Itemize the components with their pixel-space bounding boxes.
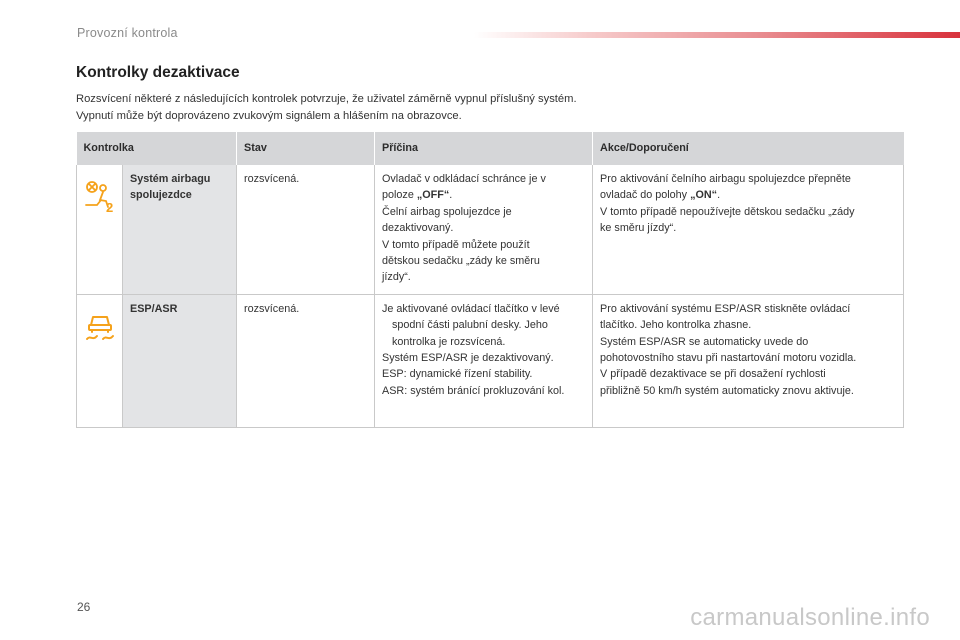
action-text: . [717,189,721,202]
row-state: rozsvícená. [236,294,375,428]
table-header-row: Kontrolka Stav Příčina Akce/Doporučení [76,132,904,165]
row-name: Systém airbagu spolujezdce [121,165,237,295]
row-action: Pro aktivování čelního airbagu spolujezd… [592,165,905,295]
row-cause: Ovladač v odkládací schránce je v poloze… [374,165,593,295]
action-line: přibližně 50 km/h systém automaticky zno… [600,384,854,397]
cause-text: poloze [382,189,417,202]
action-line: ovladač do polohy „ON“. [600,187,896,203]
row-name: ESP/ASR [121,294,237,428]
page-number: 26 [77,600,91,614]
icon-cell: 2 [76,165,123,295]
cause-line: spodní části palubní desky. Jeho [392,319,548,332]
action-line: tlačítko. Jeho kontrolka zhasne. [600,319,752,332]
action-line: V tomto případě nepoužívejte dětskou sed… [600,205,855,218]
col-header-kontrolka: Kontrolka [76,132,237,165]
section-label: Provozní kontrola [77,26,178,40]
action-line: pohotovostního stavu při nastartování mo… [600,352,857,365]
watermark: carmanualsonline.info [690,604,930,631]
row-action: Pro aktivování systému ESP/ASR stiskněte… [592,294,905,428]
page-heading: Kontrolky dezaktivace [76,64,240,81]
cause-line: V tomto případě můžete použít [382,238,530,251]
action-line: Pro aktivování systému ESP/ASR stiskněte… [600,302,851,315]
intro-line-1: Rozsvícení některé z následujících kontr… [76,93,577,105]
cause-line: ESP: dynamické řízení stability. [382,368,533,381]
table-row: ESP/ASR rozsvícená. Je aktivované ovláda… [76,294,905,428]
cause-line: dětskou sedačku „zády ke směru [382,255,540,268]
cause-line: Systém ESP/ASR je dezaktivovaný. [382,352,554,365]
intro-line-2: Vypnutí může být doprovázeno zvukovým si… [76,109,462,122]
svg-text:2: 2 [106,200,113,213]
cause-text: . [449,189,453,202]
warning-lights-table: Kontrolka Stav Příčina Akce/Doporučení 2… [76,132,905,428]
col-header-akce: Akce/Doporučení [592,132,904,165]
action-line: Systém ESP/ASR se automaticky uvede do [600,335,809,348]
action-line: V případě dezaktivace se při dosažení ry… [600,368,826,381]
on-label: „ON“ [690,189,718,202]
cause-line: ASR: systém bránící prokluzování kol. [382,384,565,397]
action-line: ke směru jízdy“. [600,222,677,235]
intro-text: Rozsvícení některé z následujících kontr… [76,91,896,124]
esp-off-icon [86,315,114,340]
cause-line: poloze „OFF“. [382,187,585,203]
col-header-stav: Stav [236,132,375,165]
table-row: 2 Systém airbagu spolujezdce rozsvícená.… [76,165,905,295]
action-text: ovladač do polohy [600,189,691,202]
icon-cell [76,294,123,428]
row-state: rozsvícená. [236,165,375,295]
col-header-pricina: Příčina [374,132,593,165]
cause-line: kontrolka je rozsvícená. [392,335,506,348]
cause-line: Je aktivované ovládací tlačítko v levé [382,302,560,315]
cause-line: Ovladač v odkládací schránce je v [382,173,546,185]
action-line: Pro aktivování čelního airbagu spolujezd… [600,173,851,185]
row-cause: Je aktivované ovládací tlačítko v levé s… [374,294,593,428]
airbag-off-icon: 2 [85,181,113,213]
cause-line: dezaktivovaný. [382,222,454,235]
cause-line: jízdy“. [382,271,411,284]
header-gradient-bar [474,32,960,38]
off-label: „OFF“ [416,189,450,202]
cause-line: Čelní airbag spolujezdce je [382,205,512,218]
